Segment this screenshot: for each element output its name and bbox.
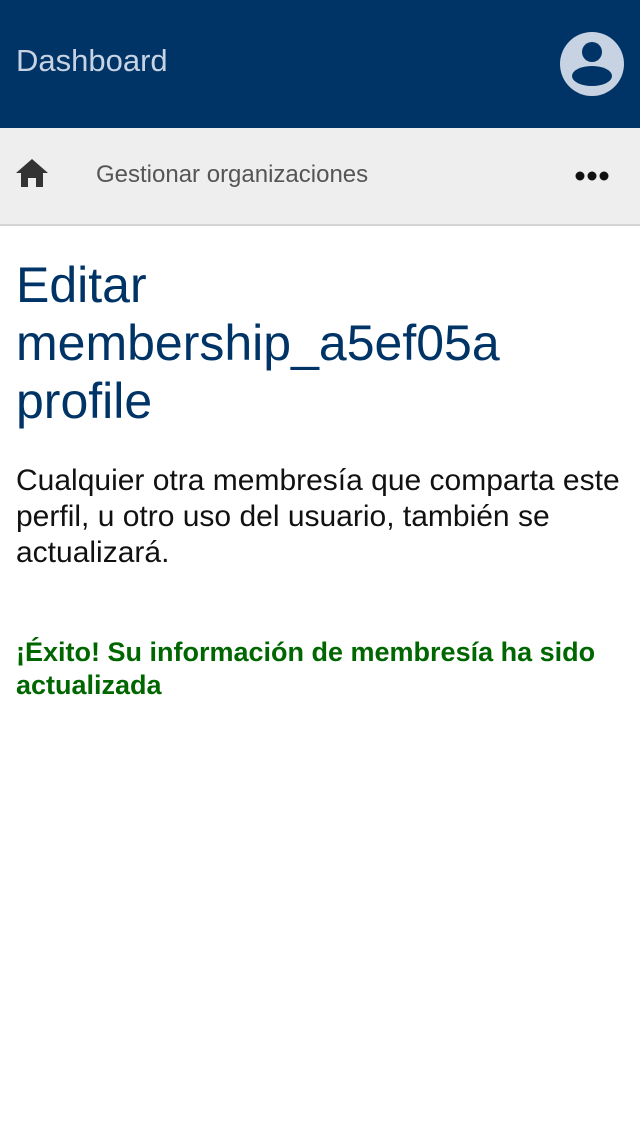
home-icon: [16, 159, 48, 187]
app-screen: Dashboard Gestionar organizaciones Edita…: [0, 0, 640, 1136]
more-horizontal-icon: [575, 171, 609, 181]
home-button[interactable]: [14, 156, 50, 192]
profile-update-description: Cualquier otra membresía que comparta es…: [16, 464, 620, 569]
more-options-button[interactable]: [568, 160, 616, 192]
success-message: ¡Éxito! Su información de membresía ha s…: [16, 637, 596, 700]
top-app-bar: Dashboard: [0, 0, 640, 128]
user-avatar-button[interactable]: [560, 32, 624, 96]
manage-organizations-link[interactable]: Gestionar organizaciones: [96, 159, 368, 191]
page-title: Editar membership_a5ef05a profile: [16, 257, 500, 429]
user-circle-icon: [560, 32, 624, 96]
dashboard-title-link[interactable]: Dashboard: [16, 40, 168, 82]
